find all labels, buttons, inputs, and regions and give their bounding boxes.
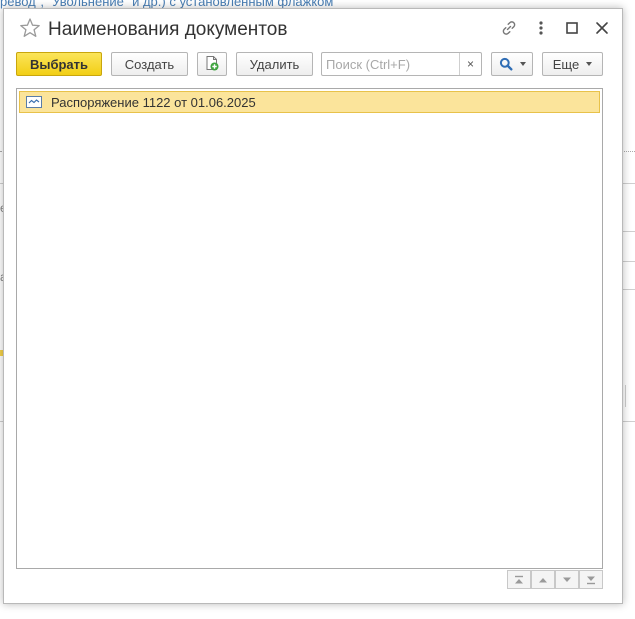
more-actions-button[interactable]: Еще: [542, 52, 603, 76]
chevron-down-icon: [519, 62, 526, 66]
create-button[interactable]: Создать: [111, 52, 188, 76]
background-divider: [622, 289, 635, 290]
link-icon[interactable]: [500, 19, 518, 37]
documents-dialog: Наименования документов Выбрать Создать: [3, 8, 623, 604]
last-page-button[interactable]: [579, 570, 603, 589]
background-divider: [622, 231, 635, 232]
star-icon[interactable]: [19, 17, 41, 39]
first-page-button[interactable]: [507, 570, 531, 589]
first-page-icon: [513, 575, 525, 585]
background-divider: [622, 261, 635, 262]
clear-search-button[interactable]: ×: [459, 53, 481, 75]
previous-page-icon: [537, 575, 549, 585]
copy-button[interactable]: [197, 52, 227, 76]
more-actions-label: Еще: [552, 56, 580, 72]
documents-list[interactable]: Распоряжение 1122 от 01.06.2025: [16, 88, 603, 569]
more-icon[interactable]: [532, 19, 550, 37]
list-item[interactable]: Распоряжение 1122 от 01.06.2025: [19, 91, 600, 113]
background-divider: [622, 151, 635, 152]
maximize-icon[interactable]: [563, 19, 581, 37]
list-item-label: Распоряжение 1122 от 01.06.2025: [51, 94, 256, 110]
catalog-item-icon: [26, 96, 42, 108]
select-button[interactable]: Выбрать: [16, 52, 102, 76]
background-divider: [622, 183, 635, 184]
search-icon: [499, 57, 513, 71]
search-input[interactable]: [322, 53, 466, 75]
close-icon[interactable]: [593, 19, 611, 37]
previous-page-button[interactable]: [531, 570, 555, 589]
chevron-down-icon: [586, 62, 593, 66]
window-title: Наименования документов: [48, 19, 288, 40]
background-divider: [622, 421, 635, 422]
next-page-icon: [561, 575, 573, 585]
next-page-button[interactable]: [555, 570, 579, 589]
last-page-icon: [585, 575, 597, 585]
search-field: ×: [321, 52, 482, 76]
background-field-edge: [625, 385, 626, 407]
search-options-button[interactable]: [491, 52, 533, 76]
document-add-icon: [204, 55, 220, 74]
delete-button[interactable]: Удалить: [236, 52, 313, 76]
